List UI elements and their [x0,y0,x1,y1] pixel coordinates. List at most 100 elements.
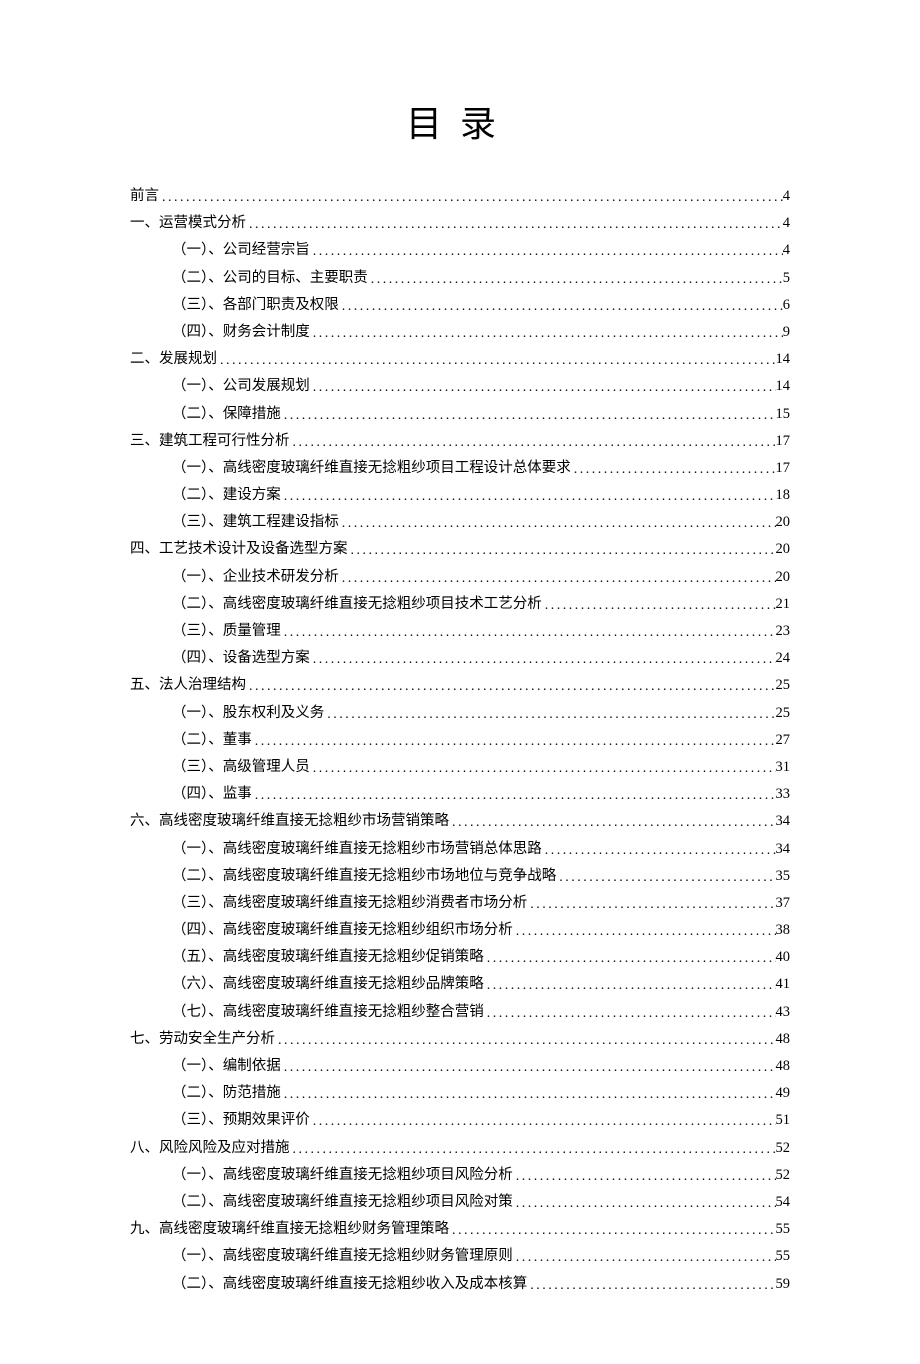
toc-entry-page: 4 [783,243,790,258]
toc-entry: （二）、高线密度玻璃纤维直接无捻粗纱项目风险对策 54 [130,1195,790,1210]
toc-entry-page: 18 [776,488,791,503]
toc-entry-label: 八、风险风险及应对措施 [130,1141,290,1156]
toc-leader-dots [159,191,783,205]
toc-leader-dots [449,816,776,830]
toc-entry-page: 24 [776,651,791,666]
toc-entry-label: （三）、质量管理 [172,624,281,639]
toc-entry: （一）、公司发展规划14 [130,379,790,394]
toc-entry: （三）、预期效果评价 51 [130,1113,790,1128]
toc-entry-label: （六）、高线密度玻璃纤维直接无捻粗纱品牌策略 [172,977,484,992]
toc-leader-dots [484,979,776,993]
toc-entry-page: 43 [776,1005,791,1020]
toc-leader-dots [310,381,776,395]
toc-entry: （二）、保障措施15 [130,407,790,422]
toc-entry-label: （三）、预期效果评价 [172,1113,310,1128]
toc-leader-dots [484,952,776,966]
toc-entry: （一）、公司经营宗旨4 [130,243,790,258]
toc-entry-label: （二）、建设方案 [172,488,281,503]
toc-entry-label: （一）、编制依据 [172,1059,281,1074]
toc-entry: （一）、编制依据48 [130,1059,790,1074]
toc-entry: （一）、股东权利及义务25 [130,706,790,721]
toc-entry-label: 一、运营模式分析 [130,216,246,231]
toc-leader-dots [290,1143,776,1157]
toc-leader-dots [484,1007,776,1021]
toc-leader-dots [281,626,776,640]
toc-entry: （二）、公司的目标、主要职责 5 [130,271,790,286]
toc-entry: 四、工艺技术设计及设备选型方案20 [130,542,790,557]
toc-leader-dots [290,436,776,450]
toc-leader-dots [246,680,776,694]
toc-leader-dots [310,762,776,776]
toc-entry-label: 九、高线密度玻璃纤维直接无捻粗纱财务管理策略 [130,1222,449,1237]
toc-leader-dots [246,218,783,232]
toc-entry-page: 51 [776,1113,791,1128]
toc-entry-page: 9 [783,325,790,340]
toc-entry-label: （七）、高线密度玻璃纤维直接无捻粗纱整合营销 [172,1005,484,1020]
toc-entry: 二、发展规划14 [130,352,790,367]
toc-entry: （四）、监事33 [130,787,790,802]
toc-entry-page: 5 [783,271,790,286]
toc-entry-page: 25 [776,678,791,693]
toc-entry-page: 52 [776,1168,791,1183]
toc-entry-page: 23 [776,624,791,639]
toc-leader-dots [513,1197,776,1211]
toc-entry: （四）、高线密度玻璃纤维直接无捻粗纱组织市场分析38 [130,923,790,938]
toc-entry-label: 五、法人治理结构 [130,678,246,693]
toc-entry-page: 6 [783,298,790,313]
toc-leader-dots [281,1061,776,1075]
toc-entry-label: 六、高线密度玻璃纤维直接无捻粗纱市场营销策略 [130,814,449,829]
toc-leader-dots [310,245,783,259]
toc-entry: （一）、高线密度玻璃纤维直接无捻粗纱项目工程设计总体要求17 [130,461,790,476]
toc-entry-page: 20 [776,570,791,585]
toc-entry-page: 14 [776,379,791,394]
toc-entry-label: （一）、高线密度玻璃纤维直接无捻粗纱项目风险分析 [172,1168,513,1183]
toc-entry-label: （二）、高线密度玻璃纤维直接无捻粗纱收入及成本核算 [172,1277,527,1292]
toc-entry-label: （一）、企业技术研发分析 [172,570,339,585]
toc-entry-label: 七、劳动安全生产分析 [130,1032,275,1047]
toc-entry-page: 17 [776,434,791,449]
toc-leader-dots [281,490,776,504]
toc-entry: （一）、高线密度玻璃纤维直接无捻粗纱项目风险分析 52 [130,1168,790,1183]
toc-entry: （一）、高线密度玻璃纤维直接无捻粗纱财务管理原则55 [130,1249,790,1264]
toc-leader-dots [339,300,783,314]
toc-entry: 三、建筑工程可行性分析 17 [130,434,790,449]
toc-entry: （四）、设备选型方案24 [130,651,790,666]
toc-leader-dots [348,544,776,558]
toc-entry: （三）、高线密度玻璃纤维直接无捻粗纱消费者市场分析37 [130,896,790,911]
toc-entry-page: 54 [776,1195,791,1210]
toc-leader-dots [252,789,776,803]
toc-entry-label: 二、发展规划 [130,352,217,367]
toc-entry-page: 38 [776,923,791,938]
toc-entry: （二）、防范措施49 [130,1086,790,1101]
toc-entry-page: 31 [776,760,791,775]
toc-entry-page: 33 [776,787,791,802]
toc-leader-dots [542,844,776,858]
toc-entry-label: （二）、公司的目标、主要职责 [172,271,368,286]
toc-entry-label: （二）、高线密度玻璃纤维直接无捻粗纱项目风险对策 [172,1195,513,1210]
toc-entry-page: 34 [776,814,791,829]
toc-entry: 九、高线密度玻璃纤维直接无捻粗纱财务管理策略55 [130,1222,790,1237]
toc-entry-page: 59 [776,1277,791,1292]
toc-leader-dots [281,1088,776,1102]
toc-entry: （三）、质量管理 23 [130,624,790,639]
toc-entry-page: 4 [783,189,790,204]
toc-entry-label: （二）、高线密度玻璃纤维直接无捻粗纱项目技术工艺分析 [172,597,542,612]
toc-entry: （三）、高级管理人员31 [130,760,790,775]
toc-entry-page: 20 [776,542,791,557]
toc-entry: （三）、建筑工程建设指标20 [130,515,790,530]
toc-entry-label: （二）、防范措施 [172,1086,281,1101]
toc-entry-label: 前言 [130,189,159,204]
toc-entry: （七）、高线密度玻璃纤维直接无捻粗纱整合营销 43 [130,1005,790,1020]
toc-entry: （一）、企业技术研发分析 20 [130,570,790,585]
toc-leader-dots [542,599,776,613]
toc-entry-page: 17 [776,461,791,476]
toc-leader-dots [571,463,776,477]
toc-entry: （二）、高线密度玻璃纤维直接无捻粗纱项目技术工艺分析21 [130,597,790,612]
toc-entry: （二）、高线密度玻璃纤维直接无捻粗纱收入及成本核算 59 [130,1277,790,1292]
toc-leader-dots [449,1224,776,1238]
toc-entry: 七、劳动安全生产分析48 [130,1032,790,1047]
toc-entry: （二）、建设方案 18 [130,488,790,503]
toc-entry-page: 55 [776,1249,791,1264]
toc-entry-label: 三、建筑工程可行性分析 [130,434,290,449]
page-title: 目录 [130,95,790,147]
